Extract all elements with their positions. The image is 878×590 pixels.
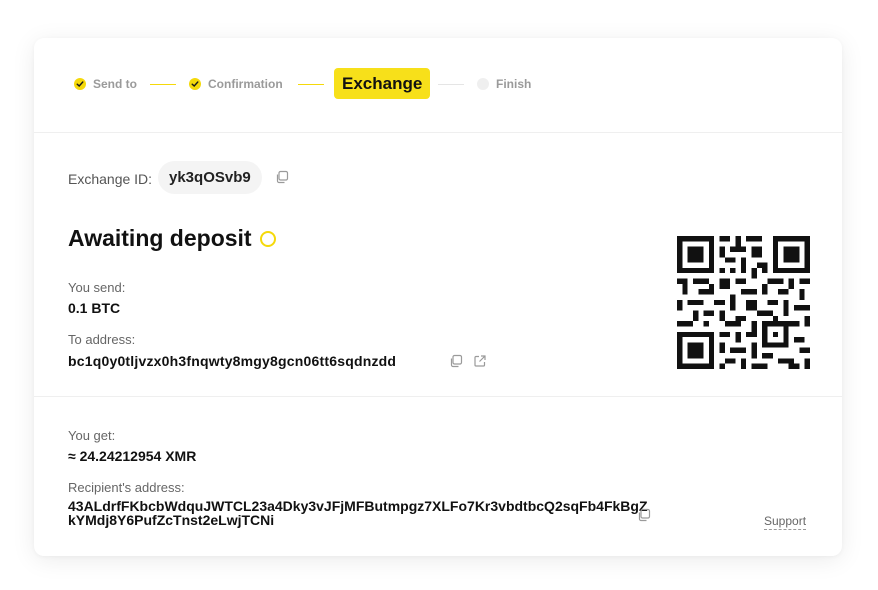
dot-icon	[477, 78, 489, 90]
exchange-id-label: Exchange ID:	[68, 171, 153, 187]
to-address-label: To address:	[68, 332, 136, 347]
send-label: You send:	[68, 280, 126, 295]
status-title: Awaiting deposit	[68, 225, 276, 252]
step-connector	[298, 84, 324, 85]
to-address-value: bc1q0y0tljvzx0h3fnqwty8mgy8gcn06tt6sqdnz…	[68, 353, 397, 369]
step-finish: Finish	[477, 77, 531, 91]
step-connector	[150, 84, 176, 85]
step-label: Finish	[496, 77, 532, 91]
step-send-to: Send to	[74, 77, 137, 91]
step-label: Send to	[93, 77, 137, 91]
step-label: Confirmation	[208, 77, 283, 91]
step-exchange-active: Exchange	[334, 68, 431, 99]
copy-icon[interactable]	[637, 508, 651, 527]
check-icon	[74, 78, 86, 90]
step-connector	[438, 84, 464, 85]
copy-icon[interactable]	[449, 354, 463, 373]
check-icon	[189, 78, 201, 90]
get-label: You get:	[68, 428, 116, 443]
recipient-label: Recipient's address:	[68, 480, 185, 495]
step-label: Exchange	[342, 73, 423, 93]
support-link[interactable]: Support	[764, 514, 807, 530]
exchange-id-value: yk3qOSvb9	[158, 161, 262, 194]
get-value: ≈ 24.24212954 XMR	[68, 448, 197, 464]
qr-code	[677, 236, 810, 369]
send-value: 0.1 BTC	[68, 300, 121, 316]
status-title-text: Awaiting deposit	[68, 225, 252, 251]
external-link-icon[interactable]	[473, 354, 487, 373]
section-divider	[34, 396, 842, 397]
copy-icon[interactable]	[275, 170, 289, 189]
step-confirmation: Confirmation	[189, 77, 283, 91]
spinner-icon	[259, 230, 276, 247]
stepper: Send to Confirmation Exchange Finish	[34, 38, 842, 133]
recipient-address-value: 43ALdrfFKbcbWdquJWTCL23a4Dky3vJFjMFButmp…	[68, 498, 648, 528]
exchange-card: Send to Confirmation Exchange Finish Exc…	[34, 38, 842, 556]
